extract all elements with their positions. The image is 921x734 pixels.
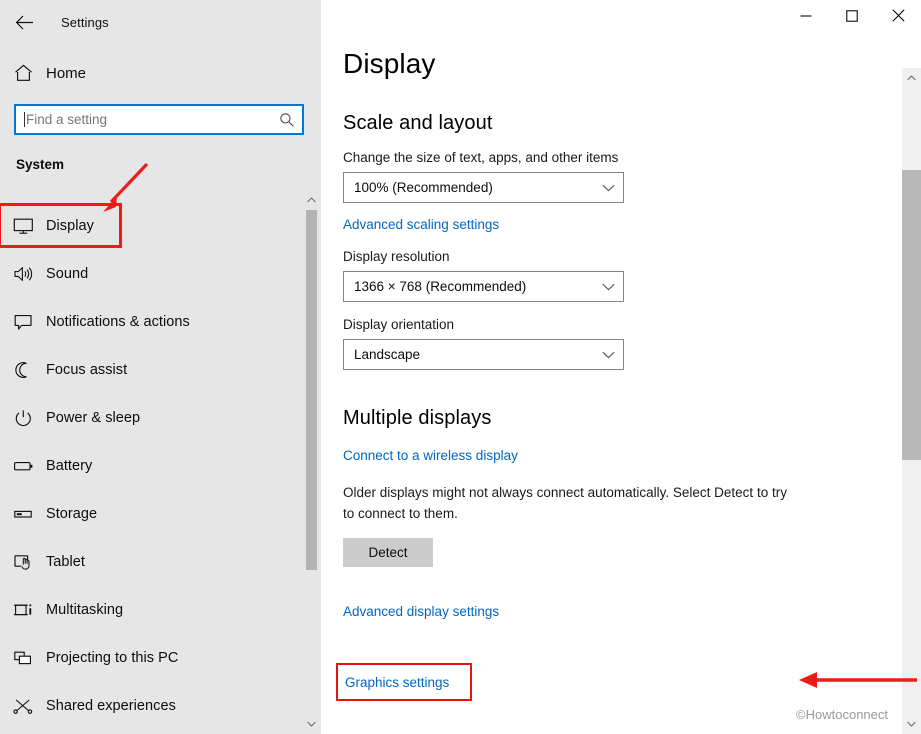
orientation-dropdown[interactable]: Landscape [343,339,624,370]
sidebar-item-notifications-label: Notifications & actions [46,314,190,330]
chevron-down-icon [602,351,615,359]
moon-icon [0,361,46,379]
drive-icon [0,505,46,523]
power-icon [0,409,46,427]
sidebar-item-home[interactable]: Home [0,57,300,89]
sidebar-item-battery-label: Battery [46,458,92,474]
graphics-settings-link[interactable]: Graphics settings [345,675,449,690]
scroll-down-icon[interactable] [302,714,321,734]
content-pane: Display Scale and layout Change the size… [321,0,921,734]
projecting-icon [0,649,46,667]
sidebar-item-display[interactable]: Display [0,202,300,250]
scale-dropdown-value: 100% (Recommended) [354,180,602,195]
sidebar-item-display-label: Display [46,218,94,234]
sidebar-item-focus-assist-label: Focus assist [46,362,127,378]
chevron-down-icon [602,283,615,291]
sidebar: Settings Home System [0,0,321,734]
speech-bubble-icon [0,313,46,331]
sidebar-item-home-label: Home [46,65,86,82]
scroll-down-icon[interactable] [902,714,921,734]
monitor-icon [0,217,46,235]
scroll-up-icon[interactable] [902,68,921,88]
label-display-orientation: Display orientation [343,317,890,332]
sidebar-item-battery[interactable]: Battery [0,442,300,490]
sidebar-item-focus-assist[interactable]: Focus assist [0,346,300,394]
sidebar-item-projecting[interactable]: Projecting to this PC [0,634,300,682]
sidebar-item-sound[interactable]: Sound [0,250,300,298]
sidebar-item-notifications[interactable]: Notifications & actions [0,298,300,346]
sidebar-scrollbar-thumb[interactable] [306,210,317,570]
sidebar-item-storage[interactable]: Storage [0,490,300,538]
sidebar-item-multitasking-label: Multitasking [46,602,123,618]
home-icon [0,64,46,82]
scale-dropdown[interactable]: 100% (Recommended) [343,172,624,203]
sidebar-item-shared-experiences-label: Shared experiences [46,698,176,714]
connect-wireless-display-link[interactable]: Connect to a wireless display [343,448,518,463]
section-heading-multiple-displays: Multiple displays [343,407,890,430]
advanced-display-settings-link[interactable]: Advanced display settings [343,604,499,619]
sidebar-item-sound-label: Sound [46,266,88,282]
detect-button[interactable]: Detect [343,538,433,567]
content-scrollbar[interactable] [902,68,921,734]
battery-icon [0,457,46,475]
left-titlebar: Settings [0,0,321,44]
content-scrollbar-thumb[interactable] [902,170,921,460]
sidebar-item-storage-label: Storage [46,506,97,522]
advanced-scaling-settings-link[interactable]: Advanced scaling settings [343,217,499,232]
sidebar-nav-list: Display Sound [0,202,300,730]
section-heading-scale-layout: Scale and layout [343,112,890,135]
multiple-displays-description: Older displays might not always connect … [343,482,795,524]
sidebar-section-title: System [16,157,64,172]
scroll-up-icon[interactable] [302,190,321,210]
sidebar-item-multitasking[interactable]: Multitasking [0,586,300,634]
multitasking-icon [0,601,46,619]
sidebar-item-projecting-label: Projecting to this PC [46,650,178,666]
share-nodes-icon [0,697,46,715]
label-display-resolution: Display resolution [343,249,890,264]
resolution-dropdown-value: 1366 × 768 (Recommended) [354,279,602,294]
page-title: Display [343,48,890,80]
back-arrow-icon[interactable] [2,5,46,39]
chevron-down-icon [602,184,615,192]
sidebar-item-shared-experiences[interactable]: Shared experiences [0,682,300,730]
watermark: ©Howtoconnect [796,707,888,722]
tablet-touch-icon [0,553,46,571]
settings-window: Settings Home System [0,0,921,734]
sidebar-item-power-sleep-label: Power & sleep [46,410,140,426]
speaker-icon [0,265,46,283]
search-icon[interactable] [272,106,302,133]
sidebar-item-tablet[interactable]: Tablet [0,538,300,586]
resolution-dropdown[interactable]: 1366 × 768 (Recommended) [343,271,624,302]
search-input[interactable] [25,112,272,127]
search-box[interactable] [14,104,304,135]
window-title: Settings [61,15,109,30]
annotation-box-graphics-settings: Graphics settings [336,663,472,701]
settings-scroll-area: Display Scale and layout Change the size… [321,0,890,734]
orientation-dropdown-value: Landscape [354,347,602,362]
label-text-size: Change the size of text, apps, and other… [343,150,890,165]
sidebar-scrollbar[interactable] [302,190,321,734]
sidebar-item-power-sleep[interactable]: Power & sleep [0,394,300,442]
sidebar-item-tablet-label: Tablet [46,554,85,570]
